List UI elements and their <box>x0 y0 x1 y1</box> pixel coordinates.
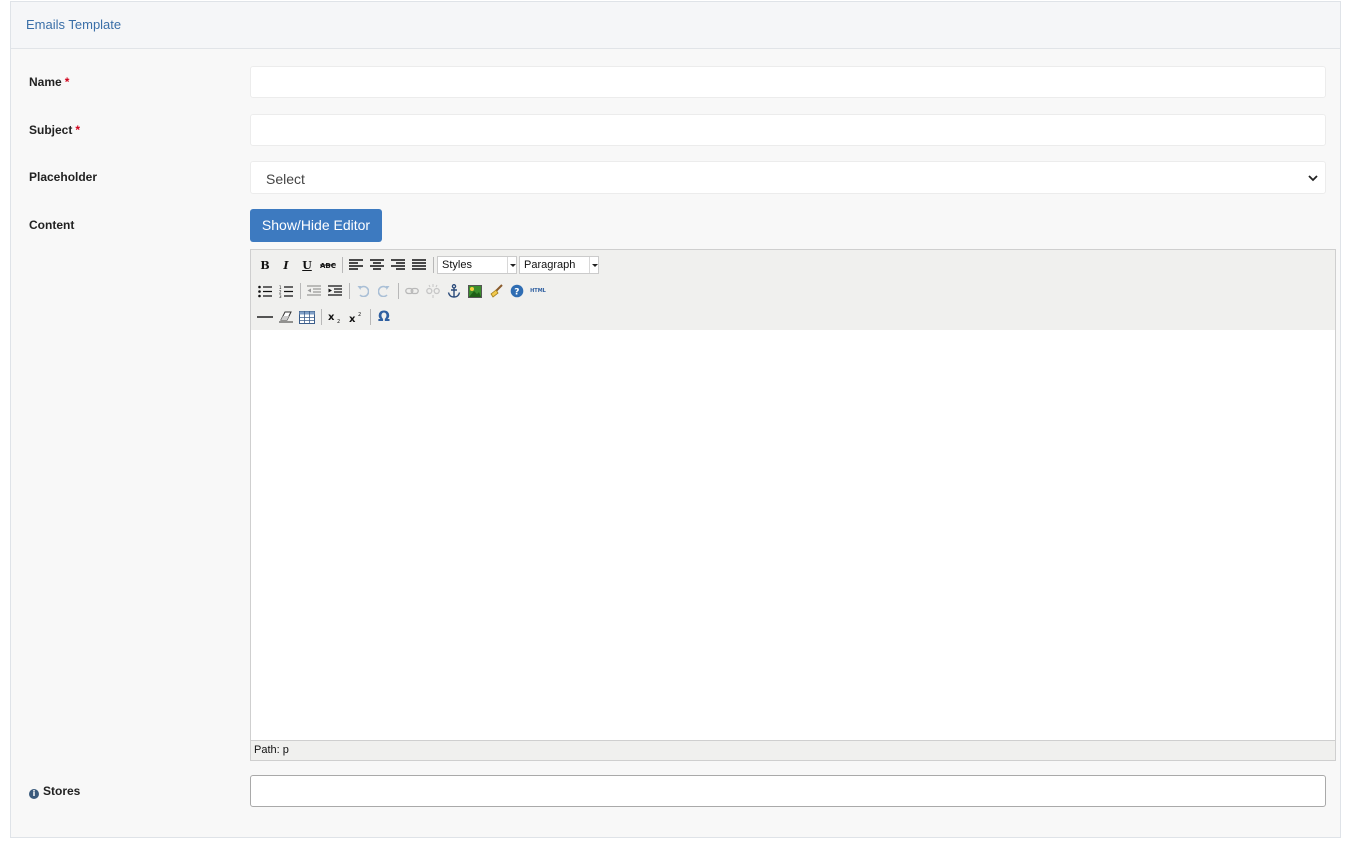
editor-content-area[interactable] <box>251 330 1335 740</box>
rich-text-editor: B I U ABC Styles Paragraph 123 ? HTML x … <box>250 249 1336 761</box>
special-char-icon[interactable]: Ω <box>374 307 394 327</box>
info-icon: i <box>29 789 39 799</box>
svg-text:3: 3 <box>279 294 282 298</box>
toolbar-separator <box>398 283 399 299</box>
unlink-icon[interactable] <box>423 281 443 301</box>
stores-label: i Stores <box>29 784 80 799</box>
outdent-icon[interactable] <box>304 281 324 301</box>
toolbar-separator <box>349 283 350 299</box>
content-label: Content <box>29 218 75 232</box>
subject-input[interactable] <box>250 114 1326 146</box>
panel-title: Emails Template <box>26 17 122 32</box>
format-dropdown[interactable]: Paragraph <box>519 256 599 274</box>
svg-text:2: 2 <box>358 312 361 318</box>
panel-header: Emails Template <box>11 2 1340 49</box>
align-left-icon[interactable] <box>346 255 366 275</box>
toolbar-separator <box>433 257 434 273</box>
editor-status-bar: Path: p <box>251 740 1335 760</box>
align-center-icon[interactable] <box>367 255 387 275</box>
numbered-list-icon[interactable]: 123 <box>276 281 296 301</box>
anchor-icon[interactable] <box>444 281 464 301</box>
help-icon[interactable]: ? <box>507 281 527 301</box>
toolbar-row-3: x2 x2 Ω <box>255 306 395 328</box>
cleanup-icon[interactable] <box>486 281 506 301</box>
toolbar-separator <box>300 283 301 299</box>
name-label: Name * <box>29 75 70 89</box>
toolbar-row-2: 123 ? HTML <box>255 280 549 302</box>
placeholder-select-value: Select <box>266 171 305 187</box>
bullet-list-icon[interactable] <box>255 281 275 301</box>
align-justify-icon[interactable] <box>409 255 429 275</box>
remove-format-icon[interactable] <box>276 307 296 327</box>
svg-text:x: x <box>328 312 335 323</box>
subscript-icon[interactable]: x2 <box>325 307 345 327</box>
required-mark: * <box>64 75 70 89</box>
link-icon[interactable] <box>402 281 422 301</box>
html-icon[interactable]: HTML <box>528 281 548 301</box>
undo-icon[interactable] <box>353 281 373 301</box>
svg-text:ABC: ABC <box>320 262 336 270</box>
horizontal-rule-icon[interactable] <box>255 307 275 327</box>
toolbar-separator <box>342 257 343 273</box>
required-mark: * <box>75 123 81 137</box>
chevron-down-icon <box>1308 175 1318 182</box>
editor-toolbar: B I U ABC Styles Paragraph 123 ? HTML x … <box>251 250 1335 331</box>
email-template-panel: Emails Template Name * Subject * Placehold… <box>10 1 1341 838</box>
align-right-icon[interactable] <box>388 255 408 275</box>
toolbar-separator <box>370 309 371 325</box>
italic-icon[interactable]: I <box>276 255 296 275</box>
toolbar-row-1: B I U ABC Styles Paragraph <box>255 254 601 276</box>
editor-path: Path: p <box>254 744 289 756</box>
redo-icon[interactable] <box>374 281 394 301</box>
strikethrough-icon[interactable]: ABC <box>318 255 338 275</box>
svg-text:2: 2 <box>337 319 340 323</box>
placeholder-label: Placeholder <box>29 170 98 184</box>
subject-label: Subject * <box>29 123 81 137</box>
underline-icon[interactable]: U <box>297 255 317 275</box>
superscript-icon[interactable]: x2 <box>346 307 366 327</box>
table-icon[interactable] <box>297 307 317 327</box>
image-icon[interactable] <box>465 281 485 301</box>
show-hide-editor-button[interactable]: Show/Hide Editor <box>250 209 382 242</box>
bold-icon[interactable]: B <box>255 255 275 275</box>
styles-dropdown[interactable]: Styles <box>437 256 517 274</box>
name-input[interactable] <box>250 66 1326 98</box>
stores-input[interactable] <box>250 775 1326 807</box>
svg-text:?: ? <box>514 288 519 298</box>
svg-text:x: x <box>349 314 356 323</box>
toolbar-separator <box>321 309 322 325</box>
indent-icon[interactable] <box>325 281 345 301</box>
placeholder-select[interactable]: Select <box>250 161 1326 194</box>
